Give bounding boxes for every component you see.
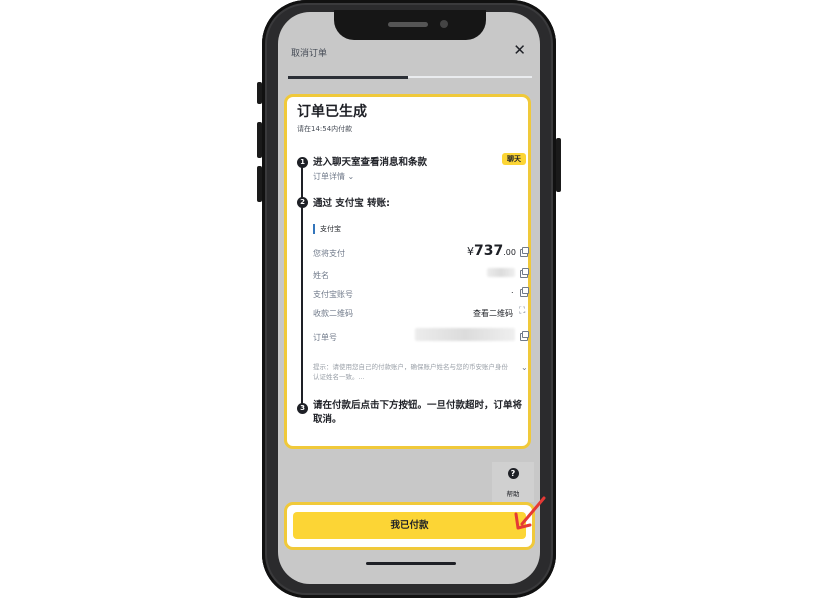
amount-integer: 737 <box>474 243 504 259</box>
chevron-down-icon[interactable]: ⌄ <box>521 363 528 372</box>
payment-hint: 提示：请使用您自己的付款账户，确保账户姓名与您的币安账户身份认证姓名一致。... <box>313 363 508 381</box>
order-details-link[interactable]: 订单详情 ⌄ <box>313 171 354 182</box>
top-bar: 取消订单 ✕ <box>278 38 540 74</box>
order-number-redacted <box>415 328 515 341</box>
qr-code-label: 收款二维码 <box>313 309 353 318</box>
payment-deadline: 请在14:54内付款 <box>297 125 353 133</box>
name-label: 姓名 <box>313 271 329 280</box>
order-number-label: 订单号 <box>313 333 337 342</box>
copy-order-number-icon[interactable] <box>520 331 529 341</box>
chat-button[interactable]: 聊天 <box>502 153 526 165</box>
paid-button-highlight: 我已付款 <box>284 502 535 550</box>
step-3-number: 3 <box>297 403 308 414</box>
amount-label: 您将支付 <box>313 249 345 258</box>
account-label: 支付宝账号 <box>313 290 353 299</box>
order-title: 订单已生成 <box>297 104 367 120</box>
view-qr-code-link[interactable]: 查看二维码 <box>473 308 513 319</box>
step-2-text: 通过 支付宝 转账: <box>313 198 390 209</box>
step-1-text: 进入聊天室查看消息和条款 <box>313 157 428 168</box>
question-mark-icon: ? <box>507 468 519 479</box>
step-1-number: 1 <box>297 157 308 168</box>
red-arrow-icon <box>514 496 546 530</box>
front-camera <box>440 20 448 28</box>
copy-account-icon[interactable] <box>520 287 529 297</box>
name-value-redacted <box>487 268 515 277</box>
order-card: 订单已生成 请在14:54内付款 1 进入聊天室查看消息和条款 聊天 订单详情 … <box>284 94 531 449</box>
copy-amount-icon[interactable] <box>520 247 529 257</box>
volume-down-button <box>257 166 262 202</box>
chevron-down-icon: ⌄ <box>347 172 355 181</box>
currency-symbol: ¥ <box>467 245 474 258</box>
amount-decimal: .00 <box>503 248 516 257</box>
qr-expand-icon[interactable]: ⛶ <box>519 306 525 316</box>
volume-up-button <box>257 122 262 158</box>
mute-switch <box>257 82 262 104</box>
step-2-number: 2 <box>297 197 308 208</box>
progress-fill <box>288 76 408 79</box>
copy-name-icon[interactable] <box>520 268 529 278</box>
payment-method-tag: 支付宝 <box>313 224 341 234</box>
home-indicator <box>366 562 456 565</box>
account-value: . <box>511 286 514 295</box>
close-icon[interactable]: ✕ <box>513 41 526 59</box>
power-button <box>556 138 561 192</box>
step-3-text: 请在付款后点击下方按钮。一旦付款超时，订单将取消。 <box>313 400 523 425</box>
order-details-label: 订单详情 <box>313 172 345 181</box>
cancel-order-link[interactable]: 取消订单 <box>291 46 327 59</box>
phone-screen: 取消订单 ✕ 订单已生成 请在14:54内付款 1 进入聊天室查看消息和条款 聊… <box>278 12 540 584</box>
i-have-paid-button[interactable]: 我已付款 <box>293 512 526 539</box>
amount-value: ¥737.00 <box>467 243 516 259</box>
speaker-grille <box>388 22 428 27</box>
